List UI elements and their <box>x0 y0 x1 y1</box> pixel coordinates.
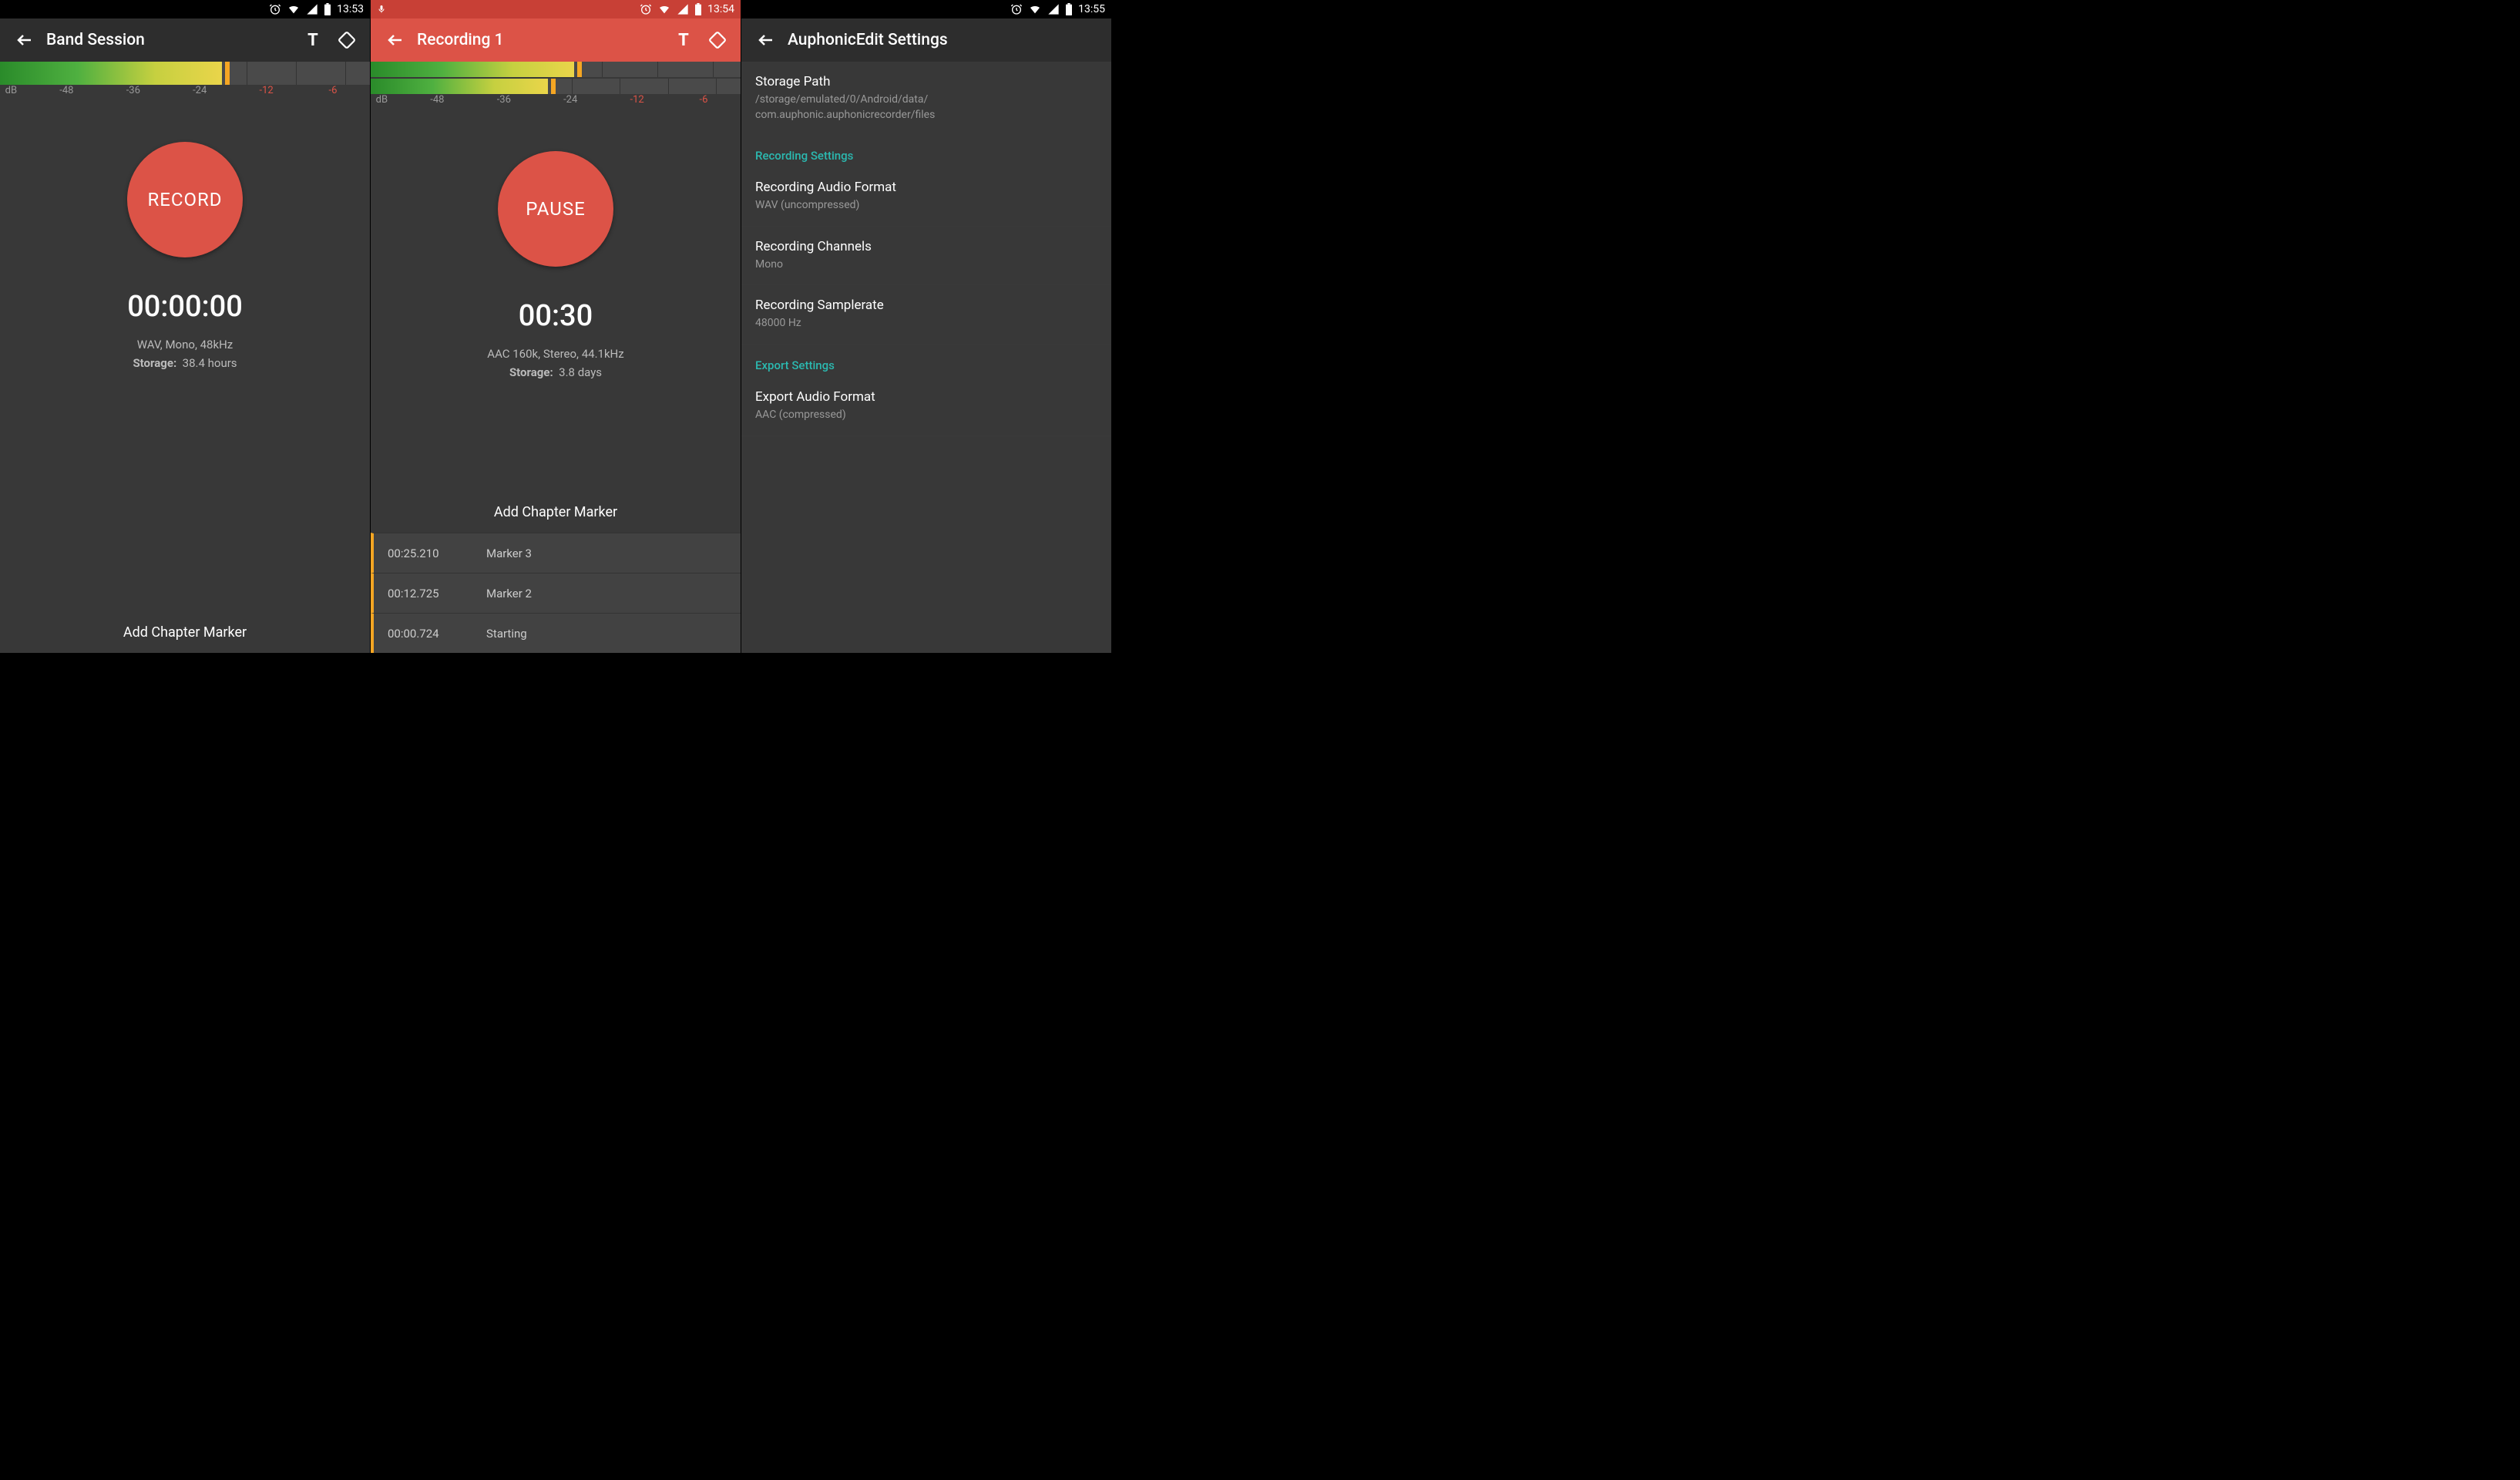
rotate-button[interactable] <box>701 30 734 50</box>
signal-icon <box>1047 3 1060 15</box>
battery-icon <box>324 3 331 15</box>
section-header-recording: Recording Settings <box>741 135 1111 167</box>
status-time: 13:55 <box>1078 3 1105 15</box>
alarm-icon <box>269 3 281 15</box>
screen-recording-active: 13:54 Recording 1 T dB -48 -36 -24 -12 -… <box>371 0 741 653</box>
section-header-export: Export Settings <box>741 345 1111 377</box>
setting-recording-channels[interactable]: Recording Channels Mono <box>741 227 1111 286</box>
wifi-icon <box>287 3 301 15</box>
chapter-marker-row[interactable]: 00:00.724 Starting <box>371 613 741 653</box>
setting-export-format[interactable]: Export Audio Format AAC (compressed) <box>741 377 1111 436</box>
battery-icon <box>1065 3 1073 15</box>
pause-button[interactable]: PAUSE <box>498 151 613 267</box>
settings-list: Storage Path /storage/emulated/0/Android… <box>741 62 1111 436</box>
page-title: AuphonicEdit Settings <box>785 31 1105 49</box>
marker-time: 00:00.724 <box>388 627 449 641</box>
setting-storage-path[interactable]: Storage Path /storage/emulated/0/Android… <box>741 62 1111 135</box>
chapter-marker-list: Add Chapter Marker 00:25.210 Marker 3 00… <box>371 492 741 653</box>
chapter-marker-row[interactable]: 00:12.725 Marker 2 <box>371 573 741 613</box>
timer-display: 00:00:00 <box>0 290 370 324</box>
setting-recording-format[interactable]: Recording Audio Format WAV (uncompressed… <box>741 167 1111 227</box>
screen-record-idle: 13:53 Band Session T dB -48 -36 -24 -12 … <box>0 0 371 653</box>
page-title: Band Session <box>43 31 296 49</box>
status-bar: 13:53 <box>0 0 370 18</box>
status-time: 13:53 <box>337 3 364 15</box>
back-button[interactable] <box>6 31 43 49</box>
marker-time: 00:25.210 <box>388 547 449 560</box>
alarm-icon <box>1010 3 1023 15</box>
signal-icon <box>677 3 689 15</box>
add-chapter-marker-button[interactable]: Add Chapter Marker <box>0 612 370 653</box>
alarm-icon <box>640 3 652 15</box>
level-meter: dB -48 -36 -24 -12 -6 <box>371 62 741 113</box>
status-time: 13:54 <box>707 3 734 15</box>
text-tool-button[interactable]: T <box>667 31 701 50</box>
timer-display: 00:30 <box>371 299 741 333</box>
marker-time: 00:12.725 <box>388 587 449 600</box>
meter-scale: dB -48 -36 -24 -12 -6 <box>371 94 741 113</box>
action-bar: Recording 1 T <box>371 18 741 62</box>
screen-settings: 13:55 AuphonicEdit Settings Storage Path… <box>741 0 1112 653</box>
status-bar: 13:54 <box>371 0 741 18</box>
wifi-icon <box>657 3 671 15</box>
battery-icon <box>694 3 702 15</box>
wifi-icon <box>1028 3 1042 15</box>
level-meter: dB -48 -36 -24 -12 -6 <box>0 62 370 103</box>
record-button[interactable]: RECORD <box>127 142 243 257</box>
marker-label: Marker 2 <box>486 587 532 600</box>
rotate-button[interactable] <box>330 30 364 50</box>
action-bar: AuphonicEdit Settings <box>741 18 1111 62</box>
format-info: WAV, Mono, 48kHz <box>0 338 370 352</box>
storage-info: Storage: 38.4 hours <box>0 356 370 370</box>
text-tool-button[interactable]: T <box>296 31 330 50</box>
format-info: AAC 160k, Stereo, 44.1kHz <box>371 347 741 361</box>
mic-icon <box>377 3 386 15</box>
chapter-marker-row[interactable]: 00:25.210 Marker 3 <box>371 533 741 573</box>
back-button[interactable] <box>748 31 785 49</box>
signal-icon <box>306 3 318 15</box>
setting-recording-samplerate[interactable]: Recording Samplerate 48000 Hz <box>741 285 1111 345</box>
storage-info: Storage: 3.8 days <box>371 365 741 379</box>
marker-label: Marker 3 <box>486 547 532 560</box>
back-button[interactable] <box>377 31 414 49</box>
page-title: Recording 1 <box>414 31 667 49</box>
action-bar: Band Session T <box>0 18 370 62</box>
add-chapter-marker-button[interactable]: Add Chapter Marker <box>371 492 741 533</box>
marker-label: Starting <box>486 627 527 641</box>
status-bar: 13:55 <box>741 0 1111 18</box>
meter-scale: dB -48 -36 -24 -12 -6 <box>0 85 370 103</box>
